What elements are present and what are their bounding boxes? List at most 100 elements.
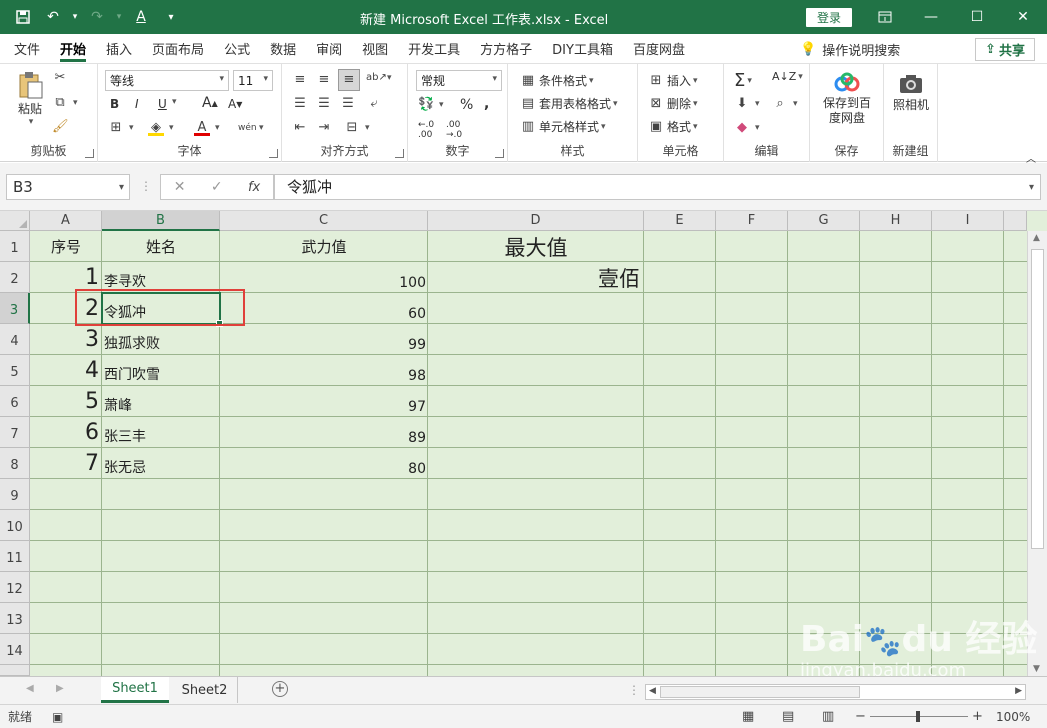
zoom-slider-thumb[interactable] <box>916 711 920 722</box>
tab-insert[interactable]: 插入 <box>96 34 142 64</box>
tab-developer[interactable]: 开发工具 <box>398 34 470 64</box>
font-size-combo[interactable]: 11 ▾ <box>233 70 273 91</box>
undo-dropdown-icon[interactable]: ▾ <box>70 4 80 30</box>
increase-indent-icon[interactable]: ⇥ <box>316 120 335 136</box>
cell-c7[interactable]: 89 <box>220 417 426 446</box>
column-header-i[interactable]: I <box>932 211 1004 231</box>
formula-input[interactable]: 令狐冲 ▾ <box>274 174 1041 200</box>
close-icon[interactable]: ✕ <box>1000 0 1046 34</box>
cell-b8[interactable]: 张无忌 <box>104 448 220 477</box>
cell-b1[interactable]: 姓名 <box>102 231 220 262</box>
column-header-g[interactable]: G <box>788 211 860 231</box>
cell-a6[interactable]: 5 <box>30 386 99 417</box>
minimize-icon[interactable]: — <box>908 0 954 34</box>
cell-b5[interactable]: 西门吹雪 <box>104 355 220 384</box>
row-header-14[interactable]: 14 <box>0 634 30 665</box>
row-header-9[interactable]: 9 <box>0 479 30 510</box>
column-header-f[interactable]: F <box>716 211 788 231</box>
page-layout-view-icon[interactable]: ▤ <box>782 709 794 724</box>
login-button[interactable]: 登录 <box>806 8 852 27</box>
accounting-icon[interactable]: 💱 ▾ <box>418 97 444 113</box>
fill-icon[interactable]: ⬇ ▾ <box>734 96 760 112</box>
worksheet-grid[interactable]: A B C D E F G H I 1 2 3 4 5 6 7 8 9 10 1… <box>0 211 1047 676</box>
customize-icon[interactable]: ▾ <box>158 4 184 30</box>
scroll-down-icon[interactable]: ▼ <box>1033 664 1040 674</box>
underline-dropdown-icon[interactable]: ▾ <box>170 97 177 107</box>
format-cells-button[interactable]: ▣ 格式 ▾ <box>648 118 698 135</box>
decrease-decimal-icon[interactable]: .00 →.0 <box>446 120 462 140</box>
increase-font-icon[interactable]: A ▲ <box>202 95 218 111</box>
cell-c1[interactable]: 武力值 <box>220 231 428 262</box>
sheet-tab-sheet2[interactable]: Sheet2 <box>172 677 238 703</box>
cell-c3[interactable]: 60 <box>220 293 426 322</box>
font-name-combo[interactable]: 等线 ▾ <box>105 70 229 91</box>
cell-b7[interactable]: 张三丰 <box>104 417 220 446</box>
redo-icon[interactable]: ↷ <box>84 4 110 30</box>
copy-icon[interactable]: ⧉ ▾ <box>52 95 77 111</box>
alignment-launcher-icon[interactable] <box>395 149 404 158</box>
align-right-icon[interactable]: ☰ <box>340 96 359 112</box>
cell-c5[interactable]: 98 <box>220 355 426 384</box>
sort-filter-icon[interactable]: A↓Z ▾ <box>772 70 803 83</box>
select-all-button[interactable] <box>0 211 30 231</box>
column-header-a[interactable]: A <box>30 211 102 231</box>
row-header-8[interactable]: 8 <box>0 448 30 479</box>
increase-decimal-icon[interactable]: ←.0.00 <box>418 120 434 140</box>
percent-button[interactable]: % <box>460 97 473 113</box>
conditional-format-button[interactable]: ▦ 条件格式 ▾ <box>520 72 594 89</box>
save-to-baidu-button[interactable]: 保存到百度网盘 <box>820 72 874 126</box>
column-header-e[interactable]: E <box>644 211 716 231</box>
tab-view[interactable]: 视图 <box>352 34 398 64</box>
horizontal-scrollbar[interactable]: ◀ ▶ <box>645 684 1026 700</box>
tab-formulas[interactable]: 公式 <box>214 34 260 64</box>
orientation-icon[interactable]: ab↗ ▾ <box>366 70 392 86</box>
cut-icon[interactable]: ✂ <box>52 70 71 86</box>
cell-b2[interactable]: 李寻欢 <box>104 262 220 291</box>
tab-data[interactable]: 数据 <box>260 34 306 64</box>
tell-me-search[interactable]: 💡 操作说明搜索 <box>800 34 900 64</box>
tab-fangfang[interactable]: 方方格子 <box>470 34 542 64</box>
tab-diy-toolbox[interactable]: DIY工具箱 <box>542 34 623 64</box>
maximize-icon[interactable]: ☐ <box>954 0 1000 34</box>
align-left-icon[interactable]: ☰ <box>292 96 311 112</box>
cell-c8[interactable]: 80 <box>220 448 426 477</box>
row-header-6[interactable]: 6 <box>0 386 30 417</box>
row-header-5[interactable]: 5 <box>0 355 30 386</box>
cell-b4[interactable]: 独孤求败 <box>104 324 220 353</box>
row-header-13[interactable]: 13 <box>0 603 30 634</box>
cell-a5[interactable]: 4 <box>30 355 99 386</box>
format-painter-icon[interactable]: 🖌 <box>52 119 71 135</box>
delete-cells-button[interactable]: ⊠ 删除 ▾ <box>648 95 698 112</box>
page-break-view-icon[interactable]: ▥ <box>822 709 834 724</box>
align-top-icon[interactable]: ≡ <box>292 72 311 88</box>
cell-d1[interactable]: 最大值 <box>428 231 644 262</box>
number-launcher-icon[interactable] <box>495 149 504 158</box>
cell-a4[interactable]: 3 <box>30 324 99 355</box>
zoom-out-icon[interactable]: − <box>855 709 866 724</box>
scroll-right-icon[interactable]: ▶ <box>1015 686 1022 696</box>
macro-record-icon[interactable]: ▣ <box>52 710 63 724</box>
borders-icon[interactable]: ⊞ ▾ <box>108 120 134 136</box>
row-header-4[interactable]: 4 <box>0 324 30 355</box>
cell-styles-button[interactable]: ▥ 单元格样式 ▾ <box>520 118 606 135</box>
cell-a8[interactable]: 7 <box>30 448 99 479</box>
clear-icon[interactable]: ◆ ▾ <box>734 120 760 136</box>
cancel-icon[interactable]: ✕ <box>174 179 186 195</box>
row-header-3[interactable]: 3 <box>0 293 30 324</box>
italic-button[interactable]: I <box>135 97 139 111</box>
decrease-font-icon[interactable]: A ▼ <box>228 97 242 111</box>
zoom-level[interactable]: 100% <box>996 710 1030 724</box>
row-header-12[interactable]: 12 <box>0 572 30 603</box>
decrease-indent-icon[interactable]: ⇤ <box>292 120 311 136</box>
sheet-tab-sheet1[interactable]: Sheet1 <box>101 677 169 703</box>
cell-c6[interactable]: 97 <box>220 386 426 415</box>
column-header-b[interactable]: B <box>102 211 220 231</box>
underline-button[interactable]: U <box>158 97 167 111</box>
normal-view-icon[interactable]: ▦ <box>742 709 754 724</box>
align-bottom-icon[interactable]: ≡ <box>338 69 360 91</box>
ribbon-display-icon[interactable] <box>862 0 908 34</box>
clipboard-launcher-icon[interactable] <box>85 149 94 158</box>
phonetic-icon[interactable]: wén ▾ <box>238 120 264 136</box>
insert-function-icon[interactable]: fx <box>248 180 260 195</box>
horizontal-scroll-thumb[interactable] <box>660 686 860 698</box>
